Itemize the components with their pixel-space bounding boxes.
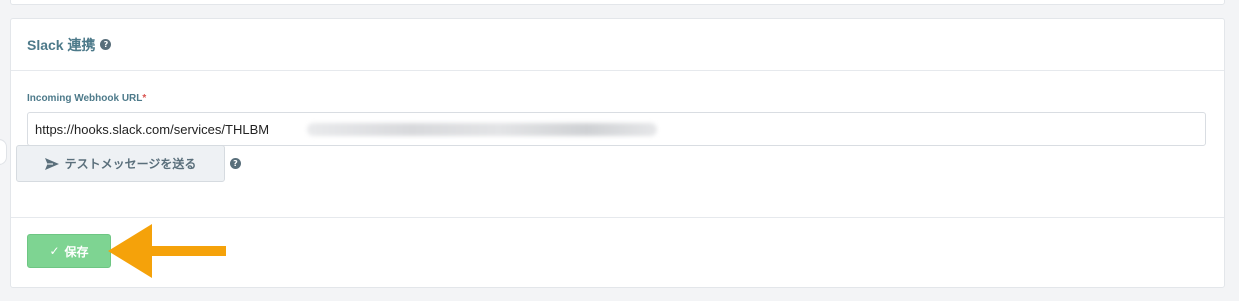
question-circle-icon[interactable]: ? (100, 39, 112, 50)
card-title: Slack 連携 (27, 36, 96, 53)
question-circle-icon[interactable]: ? (230, 158, 241, 169)
redacted-url-segment (307, 123, 657, 136)
paper-plane-icon (44, 157, 59, 170)
check-icon: ✓ (49, 244, 60, 258)
send-test-message-label: テストメッセージを送る (64, 157, 197, 171)
scroll-edge-handle (0, 139, 7, 165)
required-mark: * (142, 93, 147, 104)
webhook-url-label-text: Incoming Webhook URL (27, 93, 143, 104)
save-button-label: 保存 (64, 244, 89, 259)
save-button[interactable]: ✓ 保存 (27, 234, 111, 268)
webhook-url-label: Incoming Webhook URL* (27, 93, 146, 104)
card-header: Slack 連携 ? (11, 19, 1224, 71)
previous-card-bottom (10, 0, 1225, 5)
send-test-message-button[interactable]: テストメッセージを送る (16, 145, 225, 182)
annotation-arrow-icon (108, 224, 226, 278)
